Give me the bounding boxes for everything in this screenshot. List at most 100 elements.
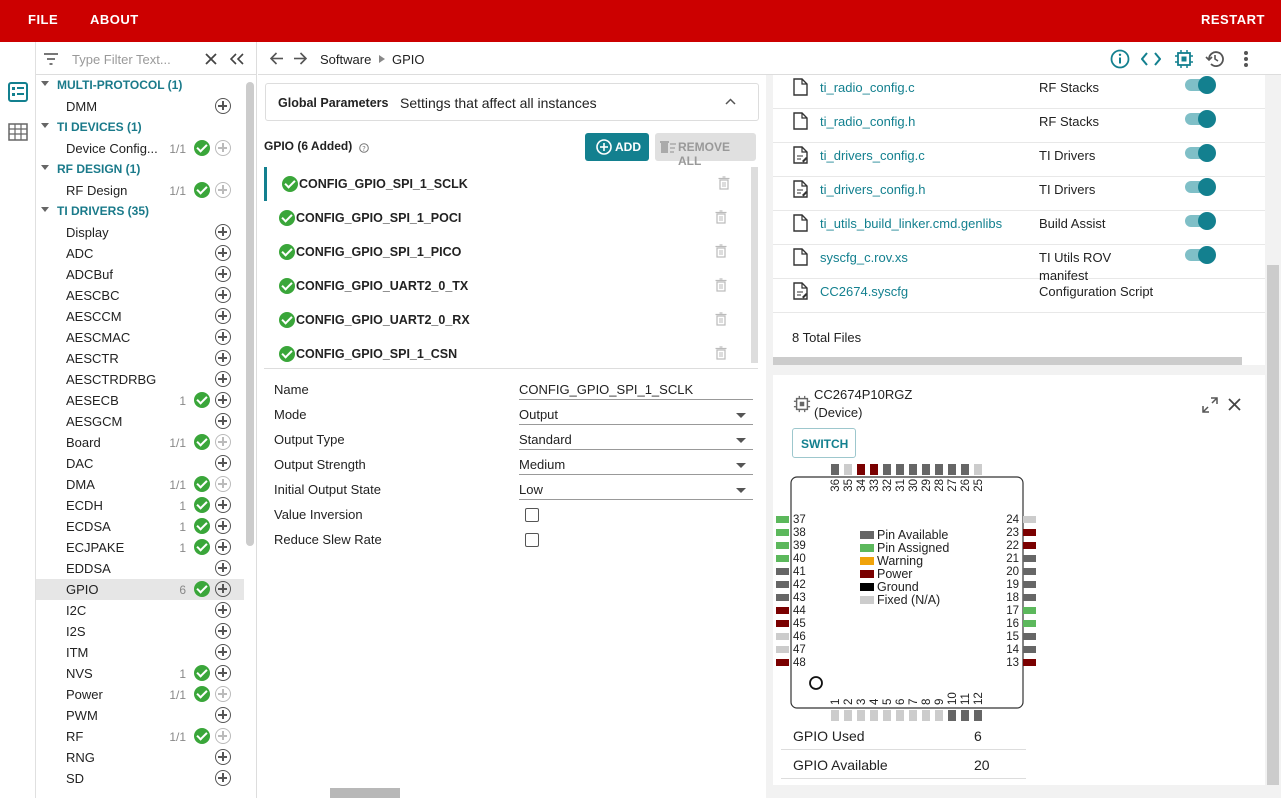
add-instance-icon[interactable] — [215, 455, 231, 471]
add-instance-icon[interactable] — [215, 245, 231, 261]
add-instance-icon[interactable] — [215, 497, 231, 513]
gpio-instance-row[interactable]: CONFIG_GPIO_UART2_0_RX — [264, 303, 754, 337]
forward-arrow-icon[interactable] — [293, 52, 307, 65]
add-instance-icon[interactable] — [215, 518, 231, 534]
bottom-resize-handle[interactable] — [330, 788, 400, 798]
gpio-instance-row[interactable]: CONFIG_GPIO_UART2_0_TX — [264, 269, 754, 303]
file-name-link[interactable]: ti_radio_config.h — [820, 114, 915, 129]
add-instance-icon[interactable] — [215, 749, 231, 765]
pin-left-38[interactable] — [776, 529, 789, 536]
property-select[interactable]: Output — [519, 405, 753, 425]
pin-right-14[interactable] — [1023, 646, 1036, 653]
pin-right-18[interactable] — [1023, 594, 1036, 601]
history-icon[interactable] — [1205, 49, 1225, 69]
add-instance-icon[interactable] — [215, 350, 231, 366]
pin-bottom-2[interactable] — [844, 710, 852, 721]
file-name-link[interactable]: CC2674.syscfg — [820, 284, 908, 299]
pin-left-44[interactable] — [776, 607, 789, 614]
add-instance-icon[interactable] — [215, 224, 231, 240]
tree-category[interactable]: RF DESIGN (1) — [36, 159, 244, 180]
add-instance-icon[interactable] — [215, 476, 231, 492]
collapse-sidebar-icon[interactable] — [230, 53, 244, 65]
tree-item[interactable]: SD — [36, 768, 244, 789]
pin-right-21[interactable] — [1023, 555, 1036, 562]
tree-item[interactable]: AESGCM — [36, 411, 244, 432]
pin-right-13[interactable] — [1023, 659, 1036, 666]
add-instance-icon[interactable] — [215, 140, 231, 156]
files-horizontal-scrollbar[interactable] — [773, 357, 1242, 365]
close-icon[interactable] — [1228, 398, 1241, 411]
pin-right-15[interactable] — [1023, 633, 1036, 640]
global-parameters-panel[interactable]: Global Parameters Settings that affect a… — [265, 83, 759, 121]
pin-right-24[interactable] — [1023, 516, 1036, 523]
pin-top-33[interactable] — [870, 464, 878, 475]
pin-bottom-11[interactable] — [961, 710, 969, 721]
add-instance-icon[interactable] — [215, 602, 231, 618]
pin-left-48[interactable] — [776, 659, 789, 666]
restart-button[interactable]: RESTART — [1201, 12, 1265, 27]
tree-item[interactable]: DMA 1/1 — [36, 474, 244, 495]
tree-item[interactable]: ECJPAKE 1 — [36, 537, 244, 558]
add-button[interactable]: ADD — [585, 133, 649, 161]
tree-item[interactable]: GPIO 6 — [36, 579, 244, 600]
delete-icon[interactable] — [718, 176, 730, 190]
delete-icon[interactable] — [715, 346, 727, 360]
tree-item[interactable]: DMM — [36, 96, 244, 117]
delete-icon[interactable] — [715, 312, 727, 326]
add-instance-icon[interactable] — [215, 413, 231, 429]
remove-all-button[interactable]: REMOVE ALL — [655, 133, 756, 168]
delete-icon[interactable] — [715, 210, 727, 224]
pin-top-26[interactable] — [961, 464, 969, 475]
file-name-link[interactable]: ti_utils_build_linker.cmd.genlibs — [820, 216, 1002, 231]
tree-item[interactable]: AESCTRDRBG — [36, 369, 244, 390]
pin-left-43[interactable] — [776, 594, 789, 601]
pin-right-17[interactable] — [1023, 607, 1036, 614]
add-instance-icon[interactable] — [215, 392, 231, 408]
info-icon[interactable] — [1110, 49, 1130, 69]
caret-down-icon[interactable] — [41, 123, 49, 128]
clear-filter-icon[interactable] — [205, 53, 217, 65]
pin-bottom-1[interactable] — [831, 710, 839, 721]
tree-item[interactable]: AESCBC — [36, 285, 244, 306]
tree-item[interactable]: ECDH 1 — [36, 495, 244, 516]
add-instance-icon[interactable] — [215, 728, 231, 744]
add-instance-icon[interactable] — [215, 560, 231, 576]
pin-top-35[interactable] — [844, 464, 852, 475]
pin-top-25[interactable] — [974, 464, 982, 475]
pin-top-32[interactable] — [883, 464, 891, 475]
add-instance-icon[interactable] — [215, 707, 231, 723]
gpio-instance-row[interactable]: CONFIG_GPIO_SPI_1_CSN — [264, 337, 754, 371]
gpio-instance-row[interactable]: CONFIG_GPIO_SPI_1_POCI — [264, 201, 754, 235]
add-instance-icon[interactable] — [215, 770, 231, 786]
property-checkbox[interactable] — [525, 508, 539, 522]
tree-item[interactable]: I2C — [36, 600, 244, 621]
tree-item[interactable]: PWM — [36, 705, 244, 726]
pin-top-30[interactable] — [909, 464, 917, 475]
pin-top-31[interactable] — [896, 464, 904, 475]
tree-item[interactable]: NVS 1 — [36, 663, 244, 684]
file-name-link[interactable]: syscfg_c.rov.xs — [820, 250, 908, 265]
pin-left-39[interactable] — [776, 542, 789, 549]
add-instance-icon[interactable] — [215, 623, 231, 639]
right-panel-scrollbar[interactable] — [1267, 265, 1279, 785]
pin-left-46[interactable] — [776, 633, 789, 640]
pin-bottom-7[interactable] — [909, 710, 917, 721]
tree-category[interactable]: TI DEVICES (1) — [36, 117, 244, 138]
add-instance-icon[interactable] — [215, 686, 231, 702]
delete-icon[interactable] — [715, 244, 727, 258]
instance-list-scrollbar[interactable] — [751, 167, 758, 363]
switch-device-button[interactable]: SWITCH — [792, 428, 856, 458]
add-instance-icon[interactable] — [215, 308, 231, 324]
pin-bottom-9[interactable] — [935, 710, 943, 721]
pin-bottom-4[interactable] — [870, 710, 878, 721]
pin-bottom-8[interactable] — [922, 710, 930, 721]
property-input[interactable]: CONFIG_GPIO_SPI_1_SCLK — [519, 380, 753, 400]
add-instance-icon[interactable] — [215, 665, 231, 681]
pin-bottom-6[interactable] — [896, 710, 904, 721]
tree-item[interactable]: EDDSA — [36, 558, 244, 579]
tree-item[interactable]: AESCCM — [36, 306, 244, 327]
pin-left-47[interactable] — [776, 646, 789, 653]
pin-right-23[interactable] — [1023, 529, 1036, 536]
tree-item[interactable]: RNG — [36, 747, 244, 768]
pin-top-28[interactable] — [935, 464, 943, 475]
